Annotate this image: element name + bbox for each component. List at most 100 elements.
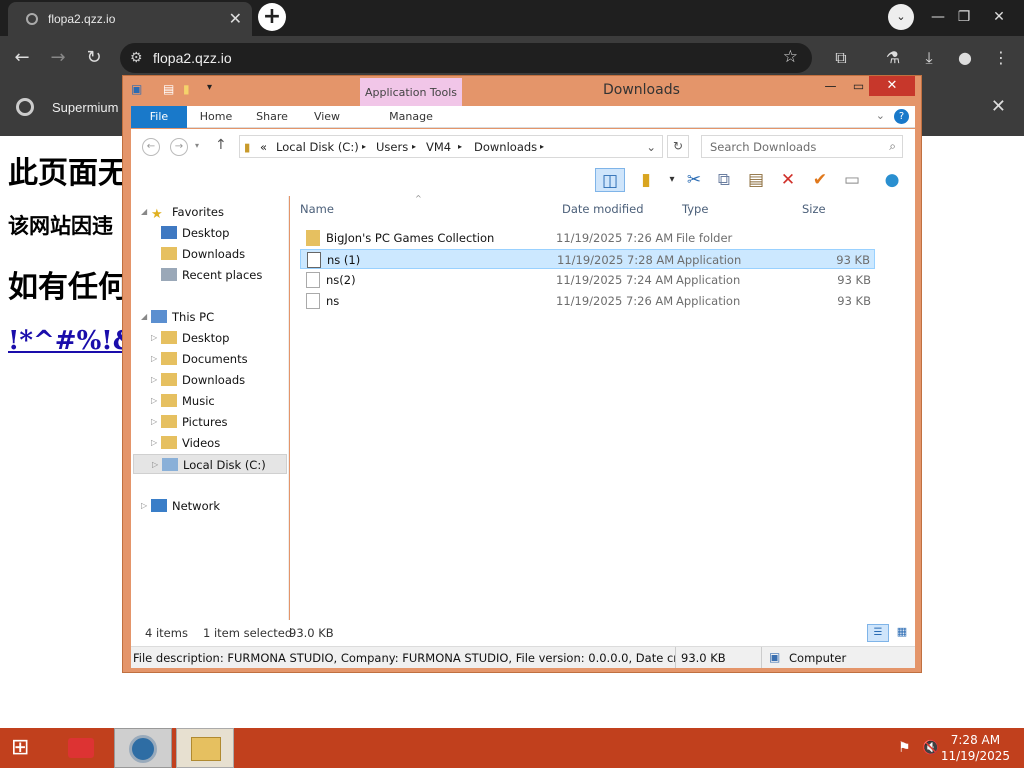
delete-icon[interactable]: ✕ [775, 168, 801, 192]
nav-desktop[interactable]: Desktop [161, 223, 229, 243]
breadcrumb-vm4[interactable]: VM4 [426, 140, 451, 154]
new-folder-icon[interactable]: ▮ [183, 82, 197, 98]
file-row[interactable]: ns 11/19/2025 7:26 AM Application 93 KB [300, 291, 875, 311]
address-bar[interactable]: ⚙ flopa2.qzz.io ☆ [120, 43, 812, 73]
back-button[interactable]: ← [10, 46, 34, 70]
expand-arrow-icon[interactable]: ▷ [151, 328, 157, 348]
properties-icon[interactable]: ▤ [163, 82, 177, 98]
bookmark-star-icon[interactable]: ☆ [783, 47, 798, 67]
explorer-maximize-button[interactable]: ▭ [845, 76, 872, 96]
menu-icon[interactable]: ⋮ [988, 46, 1014, 70]
expand-arrow-icon[interactable]: ▷ [141, 496, 147, 516]
nav-downloads[interactable]: Downloads [161, 244, 245, 264]
close-window-button[interactable]: ✕ [984, 4, 1014, 30]
tab-search-button[interactable]: ⌄ [888, 4, 914, 30]
tab-view[interactable]: View [307, 106, 347, 128]
expand-arrow-icon[interactable]: ▷ [151, 370, 157, 390]
explorer-close-button[interactable]: ✕ [869, 76, 915, 96]
network-tray-icon[interactable]: ⚑ [898, 740, 911, 756]
restore-button[interactable]: ❐ [954, 4, 974, 30]
nav-pc-desktop[interactable]: ▷ Desktop [151, 328, 229, 348]
rename-icon[interactable]: ▭ [839, 168, 865, 192]
download-icon[interactable]: ⤓ [916, 46, 942, 70]
minimize-button[interactable]: — [928, 4, 948, 30]
breadcrumb-downloads[interactable]: Downloads [474, 140, 537, 154]
expand-arrow-icon[interactable]: ◢ [141, 202, 147, 222]
expand-arrow-icon[interactable]: ▷ [151, 412, 157, 432]
expand-arrow-icon[interactable]: ▷ [151, 391, 157, 411]
volume-muted-icon[interactable]: 🔇 [922, 740, 939, 756]
address-dropdown-icon[interactable]: ⌄ [646, 140, 656, 154]
column-size[interactable]: Size [802, 202, 826, 216]
reload-button[interactable]: ↻ [82, 46, 106, 70]
recent-locations-icon[interactable]: ▾ [195, 141, 199, 150]
nav-pc-pictures[interactable]: ▷ Pictures [151, 412, 228, 432]
file-row[interactable]: ns(2) 11/19/2025 7:24 AM Application 93 … [300, 270, 875, 290]
tab-share[interactable]: Share [249, 106, 295, 128]
browser-tab[interactable]: flopa2.qzz.io ✕ [8, 2, 252, 36]
breadcrumb-chevron-icon[interactable]: ▸ [540, 142, 544, 151]
tab-file[interactable]: File [131, 106, 187, 128]
expand-arrow-icon[interactable]: ▷ [152, 455, 158, 475]
explorer-forward-button[interactable]: → [170, 138, 188, 156]
up-arrow-icon[interactable]: ↑ [215, 137, 227, 153]
breadcrumb-chevron-icon[interactable]: ▸ [362, 142, 366, 151]
cut-icon[interactable]: ✂ [681, 168, 707, 192]
explorer-back-button[interactable]: ← [142, 138, 160, 156]
labs-icon[interactable]: ⚗ [880, 46, 906, 70]
column-type[interactable]: Type [682, 202, 708, 216]
nav-pc-downloads[interactable]: ▷ Downloads [151, 370, 245, 390]
breadcrumb-users[interactable]: Users [376, 140, 408, 154]
tab-manage[interactable]: Manage [379, 106, 443, 128]
copy-icon[interactable]: ⧉ [711, 168, 737, 192]
nav-recent-places[interactable]: Recent places [161, 265, 262, 285]
column-name[interactable]: Name [300, 202, 334, 216]
system-clock[interactable]: 7:28 AM 11/19/2025 [941, 732, 1010, 764]
help-icon[interactable]: ? [894, 109, 909, 124]
breadcrumb-chevron-icon[interactable]: ▸ [412, 142, 416, 151]
file-row[interactable]: BigJon's PC Games Collection 11/19/2025 … [300, 228, 875, 248]
nav-favorites[interactable]: ◢ ★ Favorites [141, 202, 224, 222]
explorer-minimize-button[interactable]: — [817, 76, 844, 96]
folder-icon [306, 230, 320, 246]
search-input[interactable]: Search Downloads ⌕ [701, 135, 903, 158]
taskbar-app-1[interactable] [52, 728, 110, 768]
column-date-modified[interactable]: Date modified [562, 202, 644, 216]
nav-network[interactable]: ▷ Network [141, 496, 220, 516]
preview-pane-icon[interactable]: ◫ [595, 168, 625, 192]
expand-arrow-icon[interactable]: ◢ [141, 307, 147, 327]
nav-pc-documents[interactable]: ▷ Documents [151, 349, 248, 369]
close-info-bar-icon[interactable]: ✕ [991, 96, 1006, 117]
nav-pc-videos[interactable]: ▷ Videos [151, 433, 220, 453]
properties-icon[interactable]: ● [879, 168, 905, 192]
check-icon[interactable]: ✔ [807, 168, 833, 192]
breadcrumb-overflow[interactable]: « [260, 140, 267, 154]
breadcrumb[interactable]: ▮ « Local Disk (C:) ▸ Users ▸ VM4 ▸ Down… [239, 135, 663, 158]
forward-button[interactable]: → [46, 46, 70, 70]
nav-this-pc[interactable]: ◢ This PC [141, 307, 214, 327]
profile-icon[interactable]: ● [952, 46, 978, 70]
start-button[interactable]: ⊞ [0, 728, 46, 768]
new-tab-button[interactable]: + [258, 3, 286, 31]
breadcrumb-chevron-icon[interactable]: ▸ [458, 142, 462, 151]
page-link[interactable]: !*^#%!& [8, 326, 136, 356]
new-folder-icon[interactable]: ▮ [633, 168, 659, 192]
taskbar-browser[interactable] [114, 728, 172, 768]
paste-icon[interactable]: ▤ [743, 168, 769, 192]
taskbar-file-explorer[interactable] [176, 728, 234, 768]
details-view-icon[interactable]: ☰ [867, 624, 889, 642]
expand-arrow-icon[interactable]: ▷ [151, 349, 157, 369]
customize-quick-access-icon[interactable]: ▾ [207, 82, 221, 98]
site-info-icon[interactable]: ⚙ [130, 49, 143, 66]
file-row-selected[interactable]: ns (1) 11/19/2025 7:28 AM Application 93… [300, 249, 875, 269]
extensions-icon[interactable]: ⧉ [828, 46, 854, 70]
expand-arrow-icon[interactable]: ▷ [151, 433, 157, 453]
nav-pc-music[interactable]: ▷ Music [151, 391, 215, 411]
close-tab-icon[interactable]: ✕ [229, 9, 242, 29]
nav-local-disk[interactable]: ▷ Local Disk (C:) [133, 454, 287, 474]
tab-home[interactable]: Home [193, 106, 239, 128]
expand-ribbon-icon[interactable]: ⌄ [876, 109, 885, 122]
large-icons-view-icon[interactable]: ▦ [893, 624, 911, 642]
refresh-button[interactable]: ↻ [667, 135, 689, 158]
breadcrumb-local-disk[interactable]: Local Disk (C:) [276, 140, 359, 154]
